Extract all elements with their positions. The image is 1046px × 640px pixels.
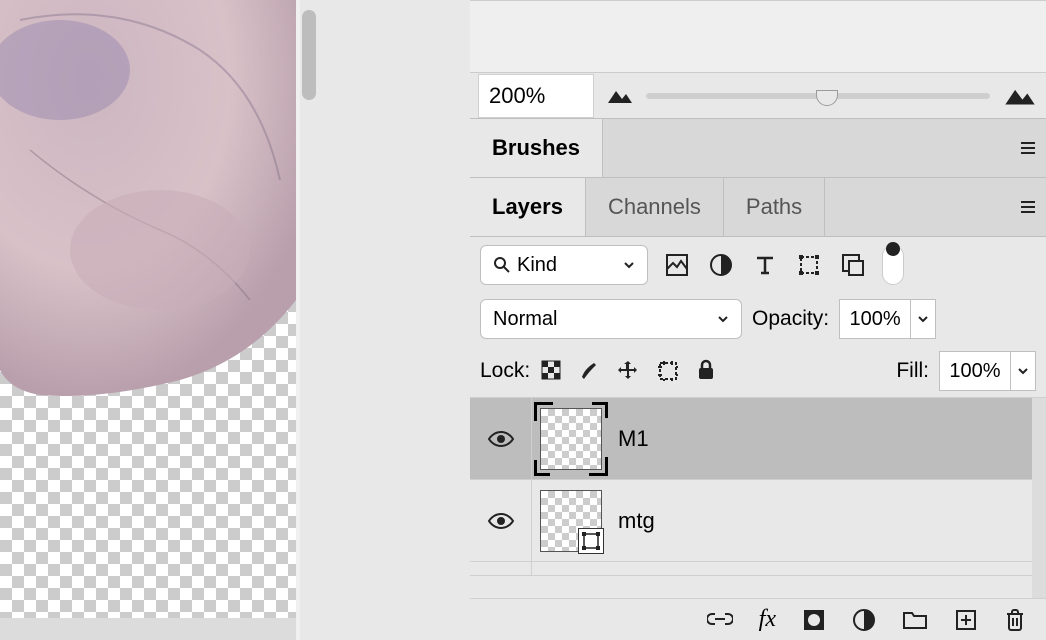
layer-row[interactable]: M1 <box>470 398 1046 480</box>
filter-pixel-icon[interactable] <box>662 253 692 277</box>
zoom-value-input[interactable] <box>478 74 594 118</box>
layer-name-label[interactable]: M1 <box>618 426 649 452</box>
navigator-preview <box>470 0 1046 73</box>
blend-row: Normal Opacity: <box>470 293 1046 345</box>
layer-visibility-toggle[interactable] <box>470 480 532 561</box>
lock-brush-icon[interactable] <box>578 359 600 383</box>
zoom-slider[interactable] <box>646 93 990 99</box>
fill-stepper[interactable] <box>1010 351 1036 391</box>
lock-pixels-icon[interactable] <box>540 359 562 383</box>
new-adjustment-layer-icon[interactable] <box>852 608 876 632</box>
filter-toggle[interactable] <box>882 245 904 285</box>
filter-smartobject-icon[interactable] <box>838 253 868 277</box>
filter-shape-icon[interactable] <box>794 253 824 277</box>
lock-row: Lock: Fill: <box>470 345 1046 397</box>
add-mask-icon[interactable] <box>802 608 826 632</box>
panels-area: Brushes Layers Channels Paths Kind Norma… <box>470 0 1046 640</box>
opacity-stepper[interactable] <box>910 299 936 339</box>
chevron-down-icon <box>623 259 635 271</box>
document-image <box>0 0 296 410</box>
filter-toggle-knob <box>886 242 900 256</box>
filter-kind-select[interactable]: Kind <box>480 245 648 285</box>
lock-artboard-icon[interactable] <box>656 359 680 383</box>
layers-scrollbar[interactable] <box>1032 398 1046 598</box>
lock-label: Lock: <box>480 359 530 383</box>
layer-row[interactable]: mtg <box>470 480 1046 562</box>
brushes-panel-menu-icon[interactable] <box>1010 119 1046 177</box>
layers-list: M1 mtg <box>470 397 1046 598</box>
layers-panel-menu-icon[interactable] <box>1010 178 1046 236</box>
new-layer-icon[interactable] <box>954 608 978 632</box>
canvas-area[interactable] <box>0 0 296 640</box>
fill-input[interactable] <box>939 351 1011 391</box>
brushes-panel-tabs: Brushes <box>470 119 1046 178</box>
layer-thumbnail[interactable] <box>540 490 602 552</box>
eye-icon <box>487 511 515 531</box>
blend-mode-select[interactable]: Normal <box>480 299 742 339</box>
tab-brushes[interactable]: Brushes <box>470 119 603 177</box>
new-group-icon[interactable] <box>902 609 928 631</box>
fill-label: Fill: <box>896 359 929 383</box>
layer-fx-icon[interactable]: fx <box>759 606 776 633</box>
lock-all-icon[interactable] <box>696 359 716 383</box>
navigator-zoom-bar <box>470 73 1046 119</box>
opacity-label: Opacity: <box>752 307 829 331</box>
link-layers-icon[interactable] <box>707 611 733 629</box>
tab-layers[interactable]: Layers <box>470 178 586 236</box>
eye-icon <box>487 429 515 449</box>
filter-kind-label: Kind <box>517 254 557 277</box>
zoom-slider-thumb[interactable] <box>816 90 838 106</box>
blend-mode-value: Normal <box>493 308 557 331</box>
zoom-out-mountains-icon[interactable] <box>606 87 634 105</box>
layer-filter-row: Kind <box>470 237 1046 293</box>
opacity-input[interactable] <box>839 299 911 339</box>
canvas-status-bar <box>0 618 296 640</box>
scrollbar-thumb[interactable] <box>302 10 316 100</box>
chevron-down-icon <box>717 313 729 325</box>
smart-object-badge-icon <box>578 528 604 554</box>
layer-thumbnail[interactable] <box>540 408 602 470</box>
filter-adjustment-icon[interactable] <box>706 253 736 277</box>
layers-bottom-bar: fx <box>470 598 1046 640</box>
layer-visibility-toggle[interactable] <box>470 398 532 479</box>
layer-name-label[interactable]: mtg <box>618 508 655 534</box>
lock-position-icon[interactable] <box>616 359 640 383</box>
workspace-gap <box>318 0 470 640</box>
filter-type-icon[interactable] <box>750 253 780 277</box>
canvas-scrollbar[interactable] <box>300 0 318 640</box>
delete-layer-icon[interactable] <box>1004 608 1026 632</box>
layer-row-partial[interactable] <box>470 562 1046 576</box>
layers-panel-tabs: Layers Channels Paths <box>470 178 1046 237</box>
tab-channels[interactable]: Channels <box>586 178 724 236</box>
search-icon <box>493 256 511 274</box>
zoom-in-mountains-icon[interactable] <box>1002 85 1038 107</box>
tab-paths[interactable]: Paths <box>724 178 825 236</box>
